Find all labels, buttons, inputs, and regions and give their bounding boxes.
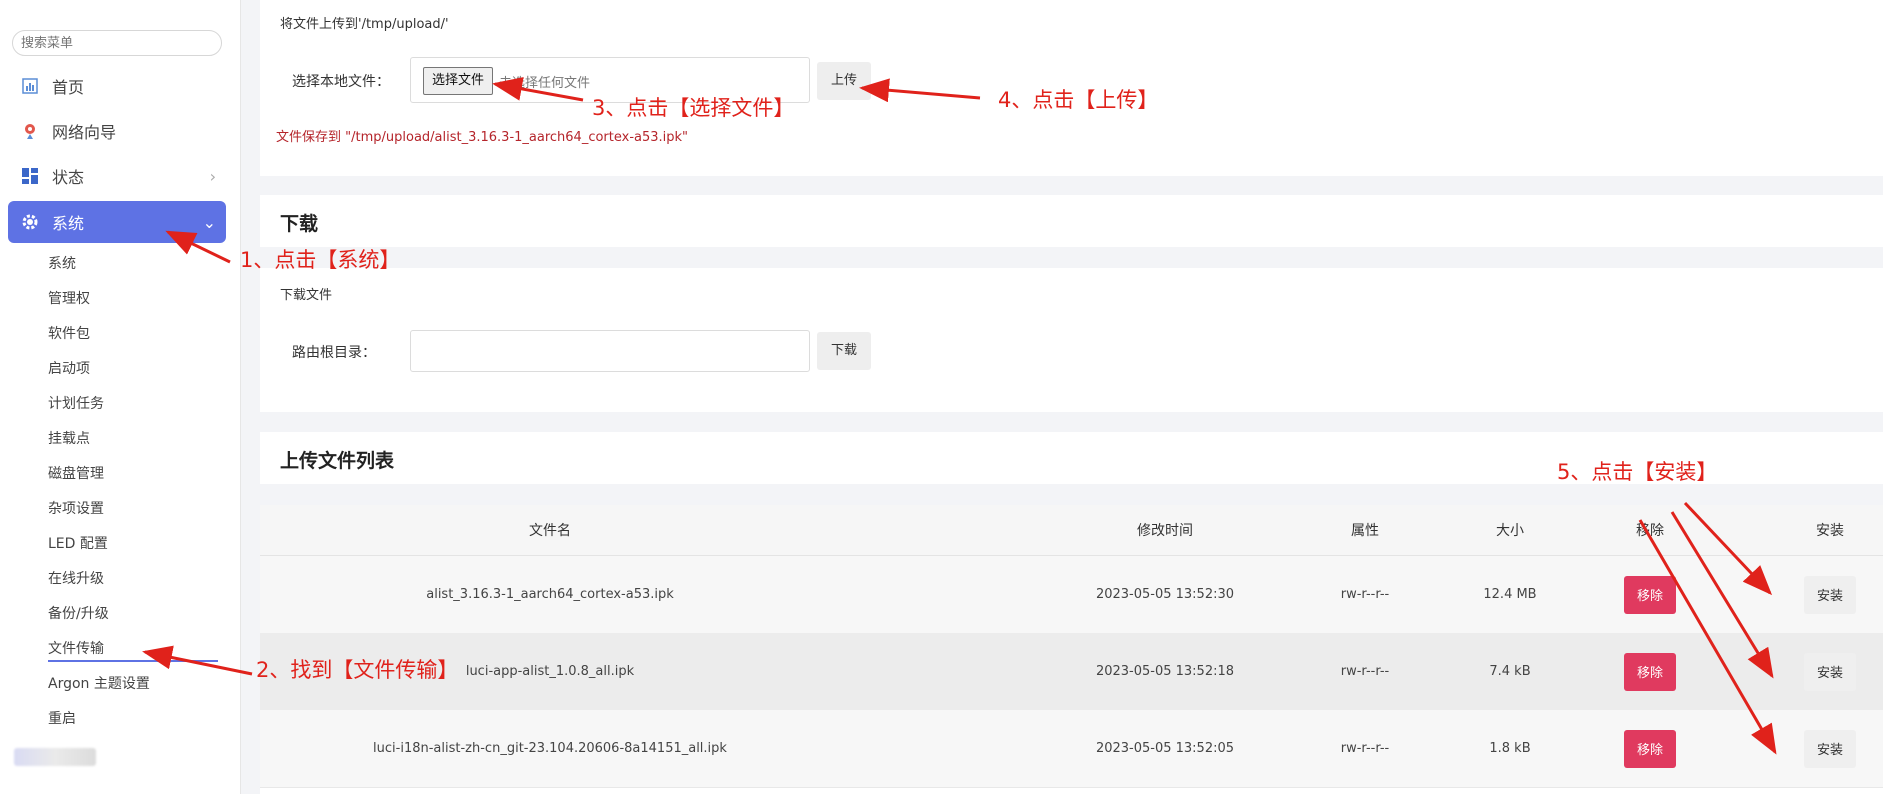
chart-icon — [20, 76, 40, 96]
remove-button[interactable]: 移除 — [1624, 652, 1676, 691]
sub-item-reboot[interactable]: 重启 — [48, 708, 76, 730]
header-install: 安装 — [1816, 523, 1844, 539]
file-size: 7.4 kB — [1489, 664, 1531, 679]
saved-message: 文件保存到 "/tmp/upload/alist_3.16.3-1_aarch6… — [276, 130, 689, 145]
file-attr: rw-r--r-- — [1340, 587, 1390, 602]
download-title: 下载 — [280, 213, 319, 235]
download-description: 下载文件 — [280, 288, 333, 303]
grid-icon — [20, 166, 40, 186]
header-remove: 移除 — [1636, 523, 1664, 539]
remove-cell: 移除 — [1600, 556, 1700, 633]
nav-item-network-wizard[interactable]: 网络向导 — [8, 110, 226, 152]
table-row: luci-i18n-alist-zh-cn_git-23.104.20606-8… — [260, 710, 1883, 788]
nav-item-home[interactable]: 首页 — [8, 65, 226, 107]
file-attr: rw-r--r-- — [1340, 664, 1390, 679]
sub-item-backup-upgrade[interactable]: 备份/升级 — [48, 603, 109, 625]
sub-item-argon-settings[interactable]: Argon 主题设置 — [48, 673, 150, 695]
annotation-step3: 3、点击【选择文件】 — [592, 96, 795, 120]
install-cell: 安装 — [1780, 633, 1880, 710]
file-list-title: 上传文件列表 — [280, 450, 395, 472]
file-size: 1.8 kB — [1489, 741, 1531, 756]
header-filename: 文件名 — [529, 523, 571, 539]
header-mtime: 修改时间 — [1137, 523, 1193, 539]
sub-item-online-upgrade[interactable]: 在线升级 — [48, 568, 104, 590]
install-button[interactable]: 安装 — [1804, 652, 1856, 691]
menu-search-input[interactable] — [12, 30, 222, 56]
chevron-right-icon: › — [209, 166, 216, 186]
sub-item-startup[interactable]: 启动项 — [48, 358, 90, 380]
table-row: luci-app-alist_1.0.8_all.ipk 2023-05-05 … — [260, 633, 1883, 711]
nav-item-status[interactable]: 状态 › — [8, 155, 226, 197]
download-panel: 下载文件 路由根目录： 下载 — [260, 268, 1883, 412]
pin-icon — [20, 121, 40, 141]
header-size: 大小 — [1496, 523, 1524, 539]
sidebar: 首页 网络向导 状态 › 系统 ⌄ 系统 管理权 软件包 启动项 计划任务 挂载… — [0, 0, 241, 794]
download-header: 下载 — [260, 195, 1883, 247]
choose-file-button[interactable]: 选择文件 — [423, 67, 494, 95]
sub-item-system[interactable]: 系统 — [48, 253, 76, 275]
table-header-row: 文件名 修改时间 属性 大小 移除 安装 — [260, 505, 1883, 556]
upload-description: 将文件上传到'/tmp/upload/' — [280, 17, 449, 32]
file-name: luci-i18n-alist-zh-cn_git-23.104.20606-8… — [373, 741, 727, 756]
sub-item-mount-points[interactable]: 挂载点 — [48, 428, 90, 450]
install-cell: 安装 — [1780, 710, 1880, 787]
annotation-step4: 4、点击【上传】 — [998, 88, 1159, 112]
gear-icon — [20, 212, 40, 232]
path-label: 路由根目录： — [292, 345, 376, 361]
sub-item-scheduled-tasks[interactable]: 计划任务 — [48, 393, 104, 415]
install-button[interactable]: 安装 — [1804, 729, 1856, 768]
remove-cell: 移除 — [1600, 633, 1700, 710]
file-mtime: 2023-05-05 13:52:05 — [1095, 741, 1235, 756]
file-attr: rw-r--r-- — [1340, 741, 1390, 756]
table-row: alist_3.16.3-1_aarch64_cortex-a53.ipk 20… — [260, 556, 1883, 634]
file-table: 文件名 修改时间 属性 大小 移除 安装 alist_3.16.3-1_aarc… — [260, 505, 1883, 794]
remove-cell: 移除 — [1600, 710, 1700, 787]
nav-item-label: 状态 — [52, 168, 85, 187]
file-mtime: 2023-05-05 13:52:18 — [1095, 664, 1235, 679]
no-file-text: 未选择任何文件 — [499, 76, 591, 91]
remove-button[interactable]: 移除 — [1624, 575, 1676, 614]
path-input[interactable] — [410, 330, 810, 372]
sub-item-misc-settings[interactable]: 杂项设置 — [48, 498, 104, 520]
file-name: alist_3.16.3-1_aarch64_cortex-a53.ipk — [426, 587, 674, 602]
blurred-logo — [14, 748, 96, 766]
install-cell: 安装 — [1780, 556, 1880, 633]
nav-item-label: 首页 — [52, 78, 85, 97]
nav-item-label: 网络向导 — [52, 123, 117, 142]
download-button[interactable]: 下载 — [817, 332, 872, 370]
sub-item-packages[interactable]: 软件包 — [48, 323, 90, 345]
sub-item-admin[interactable]: 管理权 — [48, 288, 90, 310]
annotation-step2: 2、找到【文件传输】 — [256, 658, 459, 682]
sub-item-disk-management[interactable]: 磁盘管理 — [48, 463, 104, 485]
chevron-down-icon: ⌄ — [202, 212, 216, 232]
annotation-step1: 1、点击【系统】 — [240, 248, 401, 272]
nav-item-system[interactable]: 系统 ⌄ — [8, 201, 226, 243]
header-attr: 属性 — [1351, 523, 1379, 539]
upload-button[interactable]: 上传 — [817, 62, 872, 100]
sub-item-file-transfer[interactable]: 文件传输 — [48, 638, 218, 662]
local-file-label: 选择本地文件： — [292, 74, 390, 90]
remove-button[interactable]: 移除 — [1624, 729, 1676, 768]
nav-item-label: 系统 — [52, 214, 85, 233]
annotation-step5: 5、点击【安装】 — [1557, 460, 1718, 484]
file-mtime: 2023-05-05 13:52:30 — [1095, 587, 1235, 602]
install-button[interactable]: 安装 — [1804, 575, 1856, 614]
sub-item-led-config[interactable]: LED 配置 — [48, 533, 108, 555]
file-size: 12.4 MB — [1483, 587, 1537, 602]
